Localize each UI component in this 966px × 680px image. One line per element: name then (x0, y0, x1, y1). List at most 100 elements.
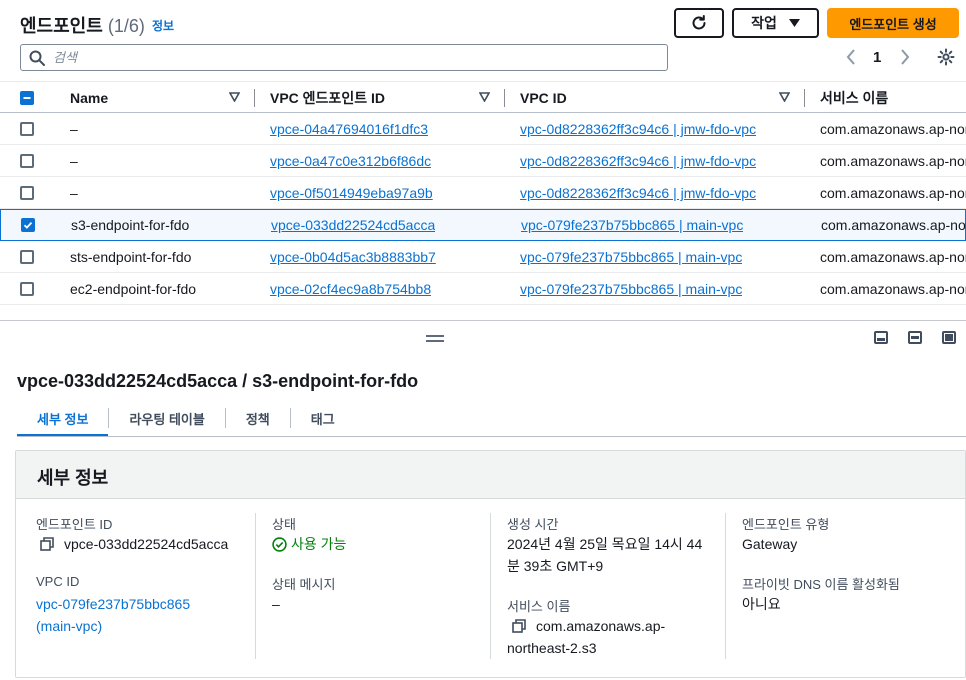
column-header-service-name[interactable]: 서비스 이름 (820, 82, 888, 113)
service-name-value: com.amazonaws.ap- northeast-2.s3 (507, 615, 665, 659)
service-name-line1: com.amazonaws.ap- (536, 618, 666, 634)
row-checkbox[interactable] (20, 154, 34, 168)
next-page-button[interactable] (897, 47, 913, 67)
vpc-id-link[interactable]: vpc-079fe237b75bbc865 (main-vpc) (36, 593, 190, 637)
row-checkbox[interactable] (20, 186, 34, 200)
split-middle-icon[interactable] (908, 331, 922, 344)
detail-title: vpce-033dd22524cd5acca / s3-endpoint-for… (17, 371, 419, 391)
current-page-number[interactable]: 1 (873, 49, 881, 66)
endpoint-type-label: 엔드포인트 유형 (742, 517, 830, 532)
chevron-right-icon (901, 49, 910, 65)
private-dns-value: 아니요 (742, 596, 781, 612)
row-name: ec2-endpoint-for-fdo (70, 281, 197, 297)
refresh-icon (692, 15, 706, 30)
tab-route-tables[interactable]: 라우팅 테이블 (109, 401, 224, 435)
split-panel-resize-handle[interactable] (426, 335, 444, 343)
column-divider[interactable] (504, 89, 505, 107)
table-header: Name VPC 엔드포인트 ID VPC ID 서비스 이름 (0, 81, 966, 113)
row-checkbox[interactable] (20, 282, 34, 296)
table-row[interactable]: – vpce-04a47694016f1dfc3 vpc-0d8228362ff… (0, 113, 966, 145)
row-service-name: com.amazonaws.ap-northeast-2.ec2 (820, 281, 966, 297)
row-name: – (70, 185, 78, 201)
copy-icon[interactable] (512, 619, 526, 633)
created-time-label: 생성 시간 (507, 517, 559, 532)
column-header-name[interactable]: Name (70, 82, 108, 113)
column-separator (255, 513, 256, 659)
row-endpoint-id-link[interactable]: vpce-0b04d5ac3b8883bb7 (270, 241, 436, 273)
row-service-name: com.amazonaws.ap-northeast-2.sts (820, 153, 966, 169)
row-endpoint-id-link[interactable]: vpce-02cf4ec9a8b754bb8 (270, 273, 431, 305)
row-vpc-id-link[interactable]: vpc-0d8228362ff3c94c6 | jmw-fdo-vpc (520, 145, 756, 177)
caret-down-icon (788, 19, 800, 27)
sort-icon[interactable] (779, 92, 790, 102)
gear-icon (937, 48, 955, 66)
split-bottom-icon[interactable] (874, 331, 888, 344)
table-preferences-button[interactable] (936, 47, 956, 67)
row-vpc-id-link[interactable]: vpc-079fe237b75bbc865 | main-vpc (520, 273, 742, 305)
table-row[interactable]: – vpce-0f5014949eba97a9b vpc-0d8228362ff… (0, 177, 966, 209)
row-endpoint-id-link[interactable]: vpce-033dd22524cd5acca (271, 209, 435, 241)
created-time-line2: 분 39초 GMT+9 (507, 558, 604, 574)
column-header-endpoint-id[interactable]: VPC 엔드포인트 ID (270, 82, 385, 113)
row-checkbox[interactable] (20, 250, 34, 264)
row-name: sts-endpoint-for-fdo (70, 249, 192, 265)
column-divider[interactable] (804, 89, 805, 107)
table-row[interactable]: – vpce-0a47c0e312b6f86dc vpc-0d8228362ff… (0, 145, 966, 177)
row-endpoint-id-link[interactable]: vpce-0a47c0e312b6f86dc (270, 145, 431, 177)
sort-icon[interactable] (479, 92, 490, 102)
refresh-button[interactable] (674, 8, 724, 38)
previous-page-button[interactable] (843, 47, 859, 67)
created-time-line1: 2024년 4월 25일 목요일 14시 44 (507, 536, 703, 552)
page-title-text: 엔드포인트 (20, 16, 103, 36)
row-service-name: com.amazonaws.ap-northeast-2.ec2 (820, 185, 966, 201)
tab-tags[interactable]: 태그 (291, 401, 355, 435)
row-endpoint-id-link[interactable]: vpce-0f5014949eba97a9b (270, 177, 433, 209)
column-separator (490, 513, 491, 659)
success-icon (272, 536, 287, 552)
indeterminate-icon (23, 97, 31, 99)
table-row[interactable]: sts-endpoint-for-fdo vpce-0b04d5ac3b8883… (0, 241, 966, 273)
split-full-icon[interactable] (942, 331, 956, 344)
status-message-label: 상태 메시지 (272, 577, 336, 592)
search-input[interactable] (53, 50, 633, 65)
info-link[interactable]: 정보 (152, 17, 174, 34)
row-name: – (70, 121, 78, 137)
row-vpc-id-link[interactable]: vpc-0d8228362ff3c94c6 | jmw-fdo-vpc (520, 113, 756, 145)
endpoint-id-label: 엔드포인트 ID (36, 517, 113, 532)
copy-icon[interactable] (40, 537, 54, 551)
service-name-line2: northeast-2.s3 (507, 640, 597, 656)
endpoint-id-text: vpce-033dd22524cd5acca (64, 536, 229, 552)
row-checkbox[interactable] (20, 122, 34, 136)
row-service-name: com.amazonaws.ap-northeast-2.s3 (820, 121, 966, 137)
created-time-value: 2024년 4월 25일 목요일 14시 44 분 39초 GMT+9 (507, 533, 702, 577)
status-value: 사용 가능 (272, 533, 346, 555)
column-separator (725, 513, 726, 659)
table-row-selected[interactable]: s3-endpoint-for-fdo vpce-033dd22524cd5ac… (0, 209, 966, 241)
status-label: 상태 (272, 517, 296, 532)
row-checkbox[interactable] (21, 218, 35, 232)
status-message-value: – (272, 596, 280, 612)
details-card-title: 세부 정보 (37, 468, 109, 488)
details-card-header: 세부 정보 (16, 451, 965, 499)
row-vpc-id-link[interactable]: vpc-079fe237b75bbc865 | main-vpc (520, 241, 742, 273)
actions-dropdown-button[interactable]: 작업 (732, 8, 819, 38)
service-name-label: 서비스 이름 (507, 599, 571, 614)
row-vpc-id-link[interactable]: vpc-079fe237b75bbc865 | main-vpc (521, 209, 743, 241)
row-endpoint-id-link[interactable]: vpce-04a47694016f1dfc3 (270, 113, 428, 145)
column-divider[interactable] (254, 89, 255, 107)
tab-policy[interactable]: 정책 (226, 401, 290, 435)
sort-icon[interactable] (229, 92, 240, 102)
row-vpc-id-link[interactable]: vpc-0d8228362ff3c94c6 | jmw-fdo-vpc (520, 177, 756, 209)
search-icon (29, 50, 45, 66)
private-dns-label: 프라이빗 DNS 이름 활성화됨 (742, 577, 900, 592)
tab-details[interactable]: 세부 정보 (17, 401, 109, 437)
vpc-id-line2[interactable]: (main-vpc) (36, 615, 190, 637)
search-box[interactable] (20, 44, 668, 71)
create-endpoint-button[interactable]: 엔드포인트 생성 (827, 8, 959, 38)
vpc-id-label: VPC ID (36, 574, 80, 589)
select-all-checkbox[interactable] (20, 91, 34, 105)
tabs-divider (17, 436, 966, 437)
column-header-vpc-id[interactable]: VPC ID (520, 82, 567, 113)
vpc-id-line1[interactable]: vpc-079fe237b75bbc865 (36, 593, 190, 615)
table-row[interactable]: ec2-endpoint-for-fdo vpce-02cf4ec9a8b754… (0, 273, 966, 305)
